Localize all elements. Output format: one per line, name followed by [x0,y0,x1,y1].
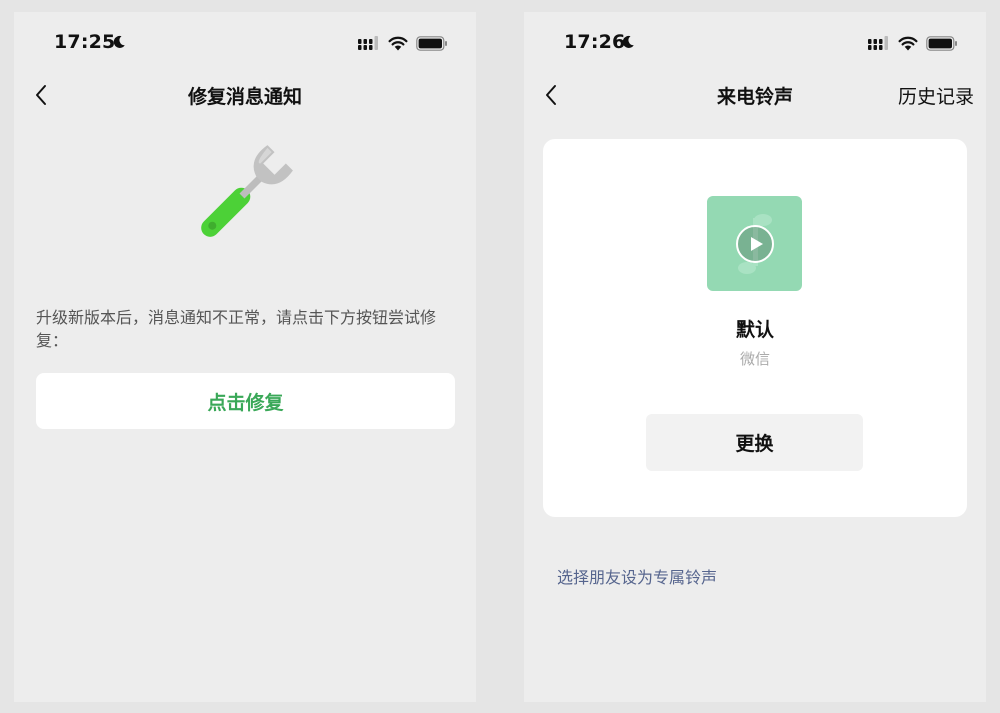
status-icons [868,34,958,52]
ringtone-source: 微信 [739,350,770,368]
battery-icon [926,35,957,51]
cellular-signal-icon [868,36,888,50]
moon-icon [622,35,634,48]
moon-icon [113,35,125,48]
ringtone-card: 默认 微信 更换 [543,139,967,517]
repair-notification-screen: 17:25 修复消息通知 升级新版本后，消息通知不正常，请点击下方按钮尝试修复：… [14,12,476,702]
ringtone-name: 默认 [735,319,774,341]
status-bar: 17:26 [524,12,986,72]
change-ringtone-button[interactable]: 更换 [646,414,863,471]
wrench-icon [201,145,293,237]
ringtone-cover [707,196,802,291]
status-time: 17:26 [564,31,626,53]
nav-bar: 修复消息通知 [14,74,476,116]
status-bar: 17:25 [14,12,476,72]
repair-notice-text: 升级新版本后，消息通知不正常，请点击下方按钮尝试修复： [36,308,437,350]
nav-bar: 来电铃声 历史记录 [524,74,986,116]
wifi-icon [898,36,918,50]
cellular-signal-icon [358,36,378,50]
battery-icon [416,35,447,51]
ringtone-screen: 17:26 来电铃声 历史记录 默认 微信 更换 选择朋友设为专属铃声 [524,12,986,702]
page-title: 修复消息通知 [187,86,302,108]
wifi-icon [388,36,408,50]
repair-button[interactable]: 点击修复 [36,373,455,429]
history-button[interactable]: 历史记录 [898,82,974,109]
play-icon[interactable] [735,224,775,264]
status-time: 17:25 [54,31,116,53]
set-friend-ringtone-link[interactable]: 选择朋友设为专属铃声 [557,564,717,588]
status-icons [358,34,448,52]
